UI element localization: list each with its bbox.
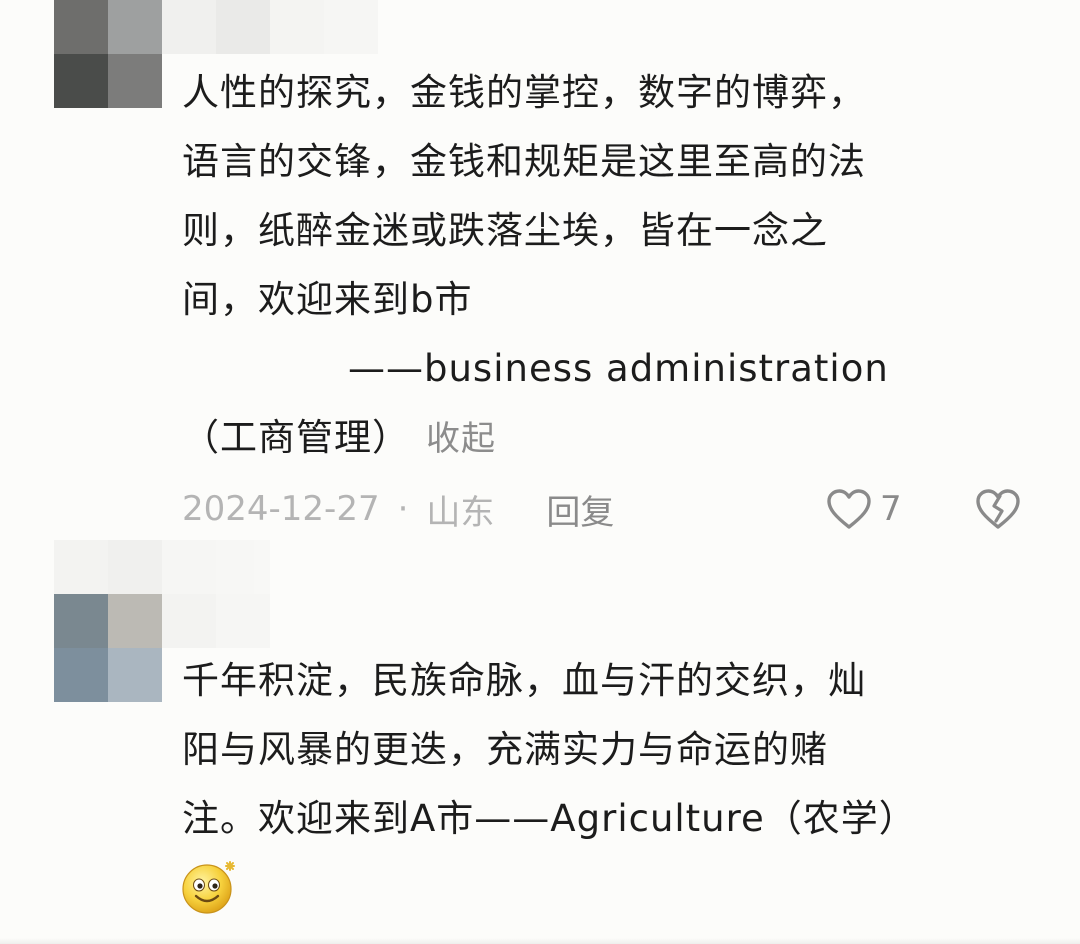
comment-last-line: （工商管理） 收起 bbox=[182, 403, 889, 472]
comment-meta: 2024-12-27 · 山东 回复 bbox=[182, 484, 614, 534]
redacted-tile bbox=[216, 594, 270, 648]
comment-line: 间，欢迎来到b市 bbox=[182, 278, 473, 321]
comment-line: 阳与风暴的更迭，充满实力与命运的赌 bbox=[182, 728, 828, 771]
avatar-tile bbox=[54, 594, 108, 648]
redacted-tile bbox=[162, 0, 216, 54]
comment-line: 注。欢迎来到A市——Agriculture（农学） bbox=[182, 797, 917, 840]
broken-heart-icon bbox=[976, 489, 1020, 529]
username-redacted[interactable] bbox=[54, 540, 270, 594]
comment-line: 则，纸醉金迷或跌落尘埃，皆在一念之 bbox=[182, 209, 828, 252]
heart-outline-icon bbox=[827, 489, 871, 529]
comment-date: 2024-12-27 bbox=[182, 489, 380, 529]
dislike-button[interactable] bbox=[974, 484, 1022, 534]
username-redacted-tail bbox=[162, 594, 270, 648]
redacted-tile bbox=[162, 540, 216, 594]
redacted-tile bbox=[324, 0, 378, 54]
avatar[interactable] bbox=[54, 594, 162, 702]
comment-line: 语言的交锋，金钱和规矩是这里至高的法 bbox=[182, 140, 866, 183]
comment-line: ——business administration bbox=[348, 347, 889, 390]
avatar-tile bbox=[54, 648, 108, 702]
collapse-link[interactable]: 收起 bbox=[426, 419, 496, 459]
comment-text: 人性的探究，金钱的掌控，数字的博弈， 语言的交锋，金钱和规矩是这里至高的法 则，… bbox=[182, 58, 889, 472]
comment-line: 千年积淀，民族命脉，血与汗的交织，灿 bbox=[182, 659, 866, 702]
username-redacted[interactable] bbox=[162, 0, 378, 54]
comment-location: 山东 bbox=[426, 492, 495, 533]
comment-line: 人性的探究，金钱的掌控，数字的博弈， bbox=[182, 71, 866, 114]
divider bbox=[0, 938, 1080, 944]
avatar-tile bbox=[54, 54, 108, 108]
reply-button[interactable]: 回复 bbox=[546, 485, 614, 534]
redacted-tile bbox=[162, 594, 216, 648]
avatar-tile bbox=[108, 594, 162, 648]
smiling-face-sparkle-emoji bbox=[182, 861, 235, 914]
like-count: 7 bbox=[880, 489, 902, 529]
redacted-tile bbox=[270, 0, 324, 54]
like-button[interactable]: 7 bbox=[826, 484, 902, 534]
meta-separator: · bbox=[397, 489, 409, 529]
comment-line: （工商管理） bbox=[182, 416, 410, 459]
avatar-tile bbox=[108, 0, 162, 54]
redacted-tile bbox=[216, 540, 270, 594]
redacted-tile bbox=[54, 540, 108, 594]
redacted-tile bbox=[108, 540, 162, 594]
avatar-tile bbox=[108, 54, 162, 108]
comment-text: 千年积淀，民族命脉，血与汗的交织，灿 阳与风暴的更迭，充满实力与命运的赌 注。欢… bbox=[182, 646, 917, 853]
avatar[interactable] bbox=[54, 0, 162, 108]
avatar-tile bbox=[108, 648, 162, 702]
avatar-tile bbox=[54, 0, 108, 54]
redacted-tile bbox=[216, 0, 270, 54]
